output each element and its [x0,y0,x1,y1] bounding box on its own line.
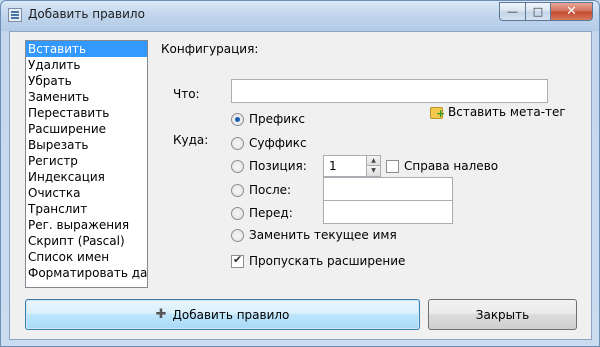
rule-item-script[interactable]: Скрипт (Pascal) [26,233,147,249]
skip-extension-label: Пропускать расширение [249,254,406,268]
rule-item-replace[interactable]: Заменить [26,89,147,105]
close-icon: ✕ [566,4,577,19]
close-button[interactable]: Закрыть [428,299,577,330]
before-input[interactable] [323,200,453,224]
option-before[interactable]: Перед: [231,206,293,220]
after-label: После: [249,183,292,197]
rule-item-insert[interactable]: Вставить [26,41,147,57]
suffix-label: Суффикс [249,136,307,150]
what-label: Что: [173,87,200,101]
position-label: Позиция: [249,159,307,173]
option-after[interactable]: После: [231,183,291,197]
option-position[interactable]: Позиция: [231,159,307,173]
option-replace-name[interactable]: Заменить текущее имя [231,228,397,242]
suffix-radio[interactable] [231,136,244,150]
what-input[interactable] [231,79,548,103]
before-label: Перед: [249,206,293,220]
rule-item-extension[interactable]: Расширение [26,121,147,137]
replace-name-label: Заменить текущее имя [249,228,397,242]
skip-extension-checkbox[interactable] [231,253,244,268]
position-radio[interactable] [231,159,244,173]
position-value[interactable]: 1 [329,159,337,173]
right-to-left-option[interactable]: Справа налево [386,159,498,173]
add-rule-label: Добавить правило [172,307,290,322]
minimize-icon: — [507,5,518,18]
insert-meta-tag-link[interactable]: Вставить мета-тег [430,105,566,120]
maximize-button[interactable]: □ [525,2,550,21]
app-icon [8,8,22,22]
rule-item-format-date[interactable]: Форматировать дату [26,265,147,281]
plus-icon: ✚ [155,307,167,322]
rule-item-clean[interactable]: Очистка [26,185,147,201]
rule-item-remove[interactable]: Убрать [26,73,147,89]
skip-extension-option[interactable]: Пропускать расширение [231,253,406,268]
rule-item-regex[interactable]: Рег. выражения [26,217,147,233]
option-suffix[interactable]: Суффикс [231,136,307,150]
close-button-label: Закрыть [475,307,530,322]
rule-item-delete[interactable]: Удалить [26,57,147,73]
maximize-icon: □ [532,5,544,18]
add-rule-dialog: Добавить правило — □ ✕ Вставить Удалить … [0,0,600,347]
after-radio[interactable] [231,183,244,197]
rule-item-case[interactable]: Регистр [26,153,147,169]
rule-item-rearrange[interactable]: Переставить [26,105,147,121]
minimize-button[interactable]: — [499,2,525,21]
config-section-label: Конфигурация: [161,42,259,56]
meta-tag-icon [430,105,445,120]
rule-item-name-list[interactable]: Список имен [26,249,147,265]
title-bar[interactable]: Добавить правило — □ ✕ [1,1,599,31]
rule-type-list[interactable]: Вставить Удалить Убрать Заменить Переста… [25,40,148,288]
prefix-label: Префикс [249,112,305,126]
where-label: Куда: [173,133,209,147]
after-input[interactable] [323,177,453,201]
window-controls: — □ ✕ [499,2,593,21]
prefix-radio[interactable] [231,112,244,126]
add-rule-button[interactable]: ✚ Добавить правило [25,299,420,330]
rule-item-translit[interactable]: Транслит [26,201,147,217]
close-window-button[interactable]: ✕ [550,2,593,21]
meta-tag-label: Вставить мета-тег [448,105,566,119]
stepper-down-icon[interactable]: ▼ [366,166,380,176]
stepper-up-icon[interactable]: ▲ [366,156,380,166]
right-to-left-label: Справа налево [404,159,499,173]
before-radio[interactable] [231,206,244,220]
replace-name-radio[interactable] [231,228,244,242]
position-stepper[interactable]: 1 ▲ ▼ [323,155,381,177]
rule-item-cut[interactable]: Вырезать [26,137,147,153]
option-prefix[interactable]: Префикс [231,112,305,126]
right-to-left-checkbox[interactable] [386,159,399,173]
dialog-body: Вставить Удалить Убрать Заменить Переста… [9,31,592,340]
window-title: Добавить правило [28,7,145,21]
rule-item-indexing[interactable]: Индексация [26,169,147,185]
position-stepper-buttons: ▲ ▼ [366,156,380,176]
